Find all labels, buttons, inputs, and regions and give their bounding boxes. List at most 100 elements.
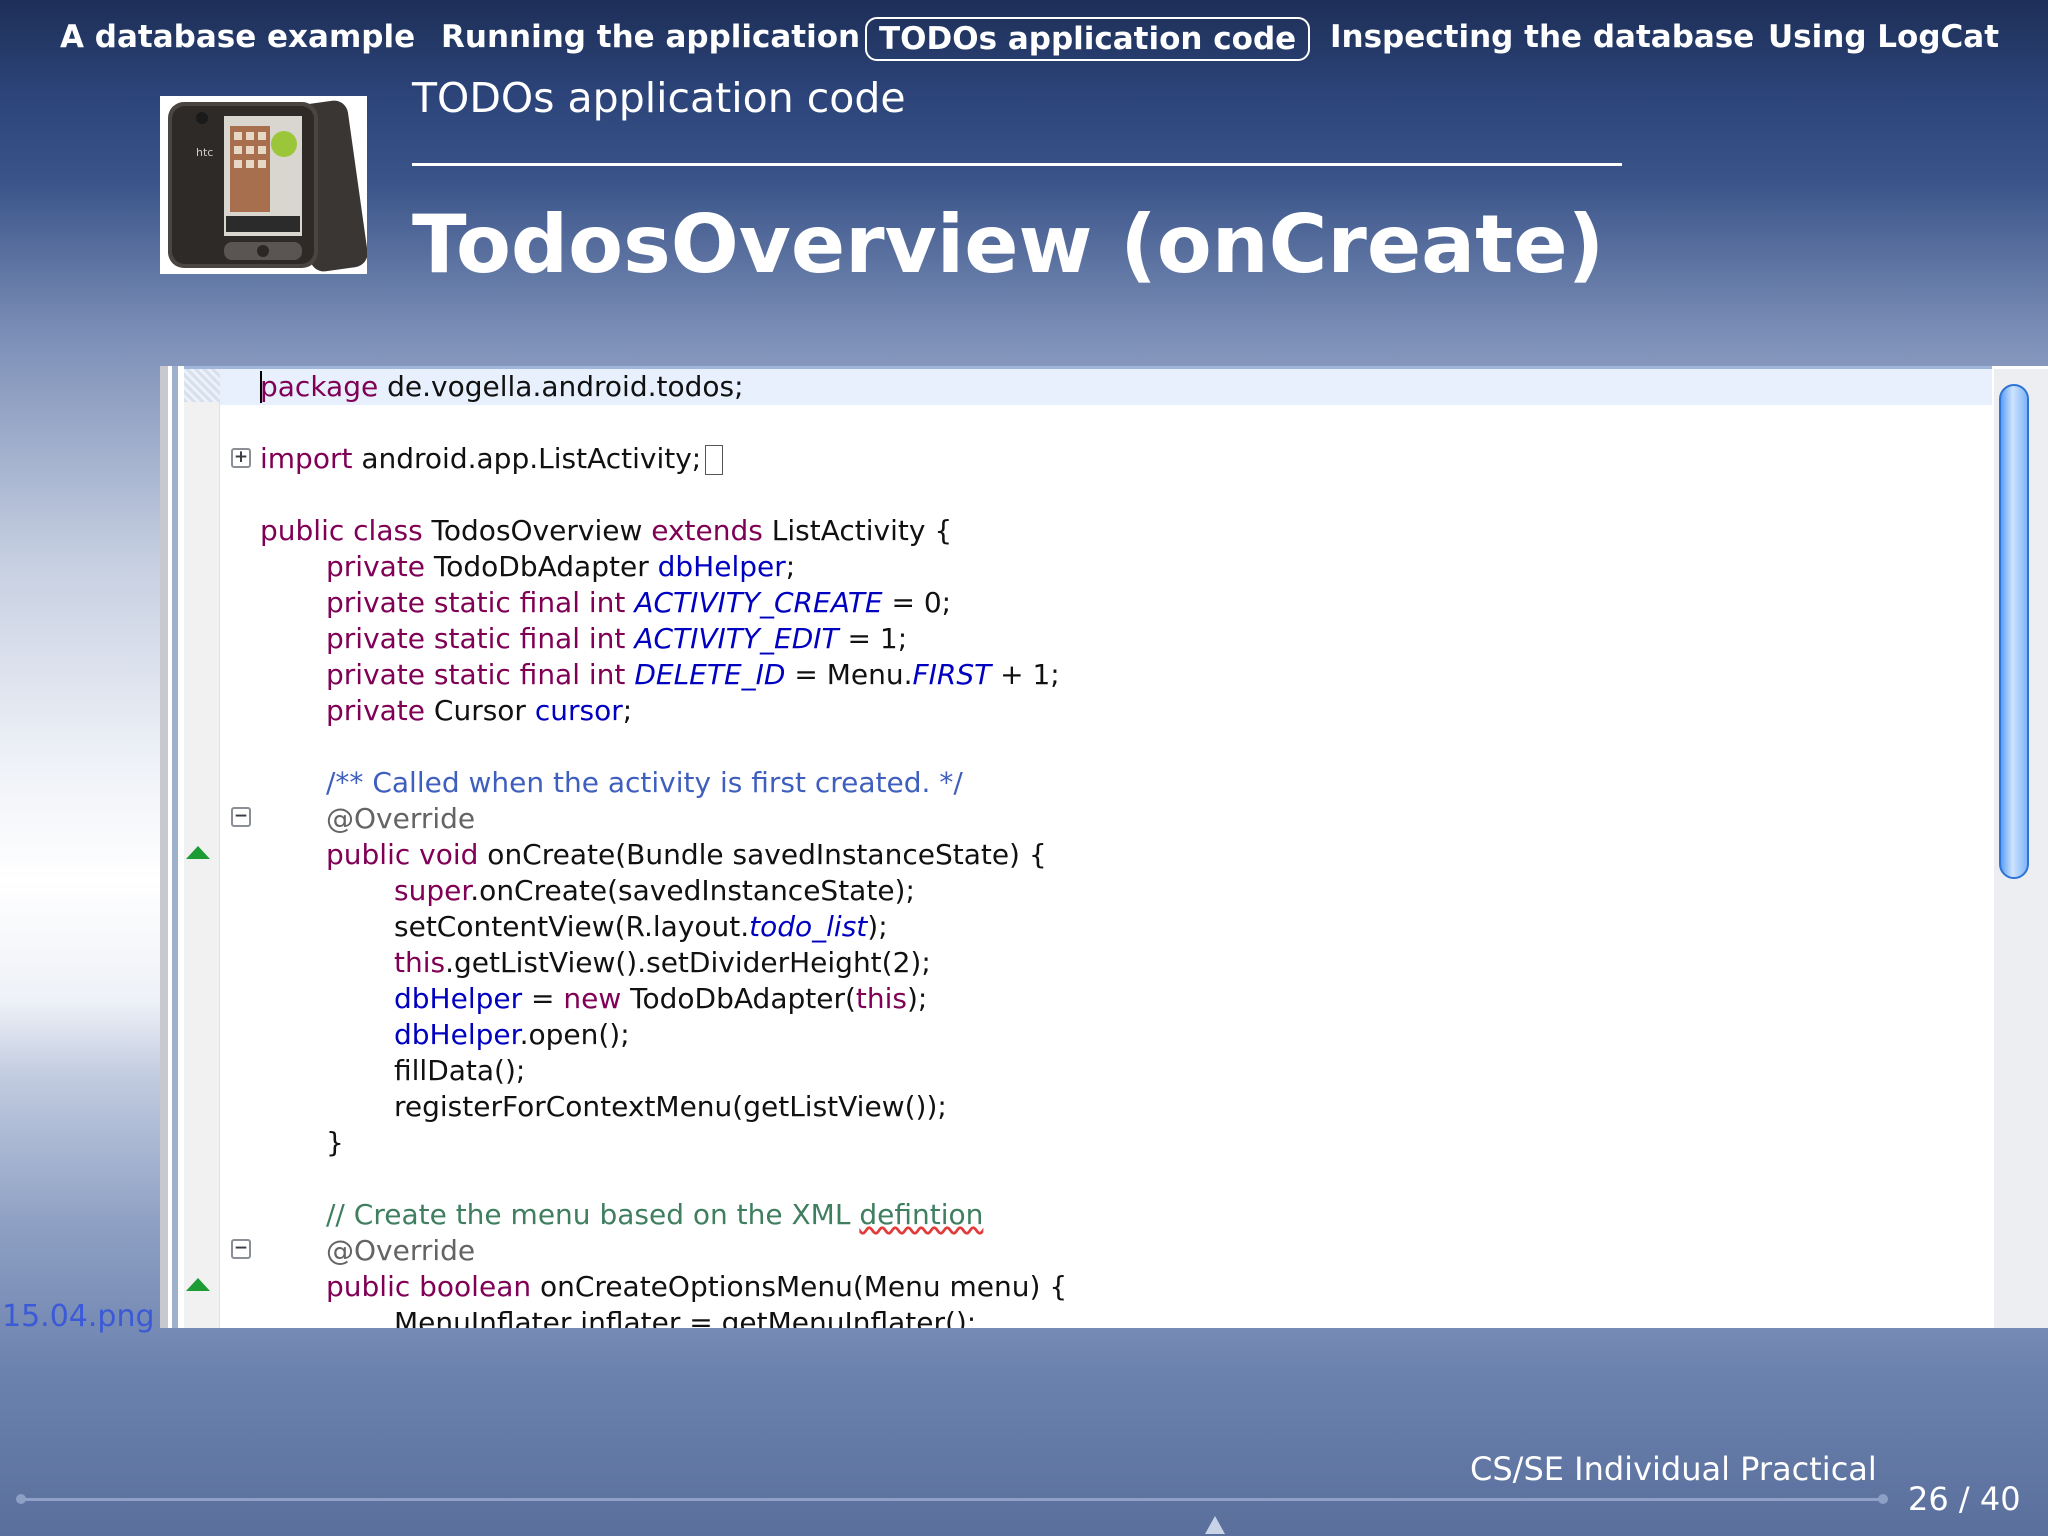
code-keyword: public class [260, 514, 423, 547]
code-text: setContentView(R.layout. [394, 910, 750, 943]
code-line: import android.app.ListActivity; [260, 441, 724, 477]
code-line: private static final int ACTIVITY_EDIT =… [326, 621, 907, 657]
spelling-error-word: defintion [859, 1198, 984, 1231]
code-keyword: private static final int [326, 658, 626, 691]
code-line: private TodoDbAdapter dbHelper; [326, 549, 795, 585]
code-keyword: private [326, 694, 425, 727]
code-annotation: @Override [326, 802, 476, 835]
code-line: } [326, 1126, 344, 1159]
code-line: package de.vogella.android.todos; [260, 369, 744, 405]
code-text: TodoDbAdapter [425, 550, 658, 583]
frame-title: TodosOverview (onCreate) [412, 198, 1605, 291]
code-text: onCreate(Bundle savedInstanceState) { [478, 838, 1047, 871]
image-file-label: 15.04.png [2, 1299, 155, 1334]
editor-border-accent [172, 366, 178, 1328]
code-text: + 1; [991, 658, 1060, 691]
code-field: dbHelper [657, 550, 786, 583]
code-keyword: super [394, 874, 471, 907]
section-title: TODOs application code [412, 74, 906, 122]
code-constant: ACTIVITY_CREATE [634, 586, 883, 619]
nav-item-running-application[interactable]: Running the application [441, 17, 860, 61]
code-keyword: private static final int [326, 586, 626, 619]
code-text: ; [622, 694, 633, 727]
footer-progress-line [22, 1498, 1882, 1501]
code-text: TodosOverview [422, 514, 652, 547]
code-line: public class TodosOverview extends ListA… [260, 513, 952, 549]
code-text: .onCreate(savedInstanceState); [470, 874, 915, 907]
vertical-scrollbar-thumb[interactable] [1999, 384, 2029, 879]
code-line: fillData(); [394, 1054, 526, 1087]
code-line: dbHelper = new TodoDbAdapter(this); [394, 981, 927, 1017]
editor-border [160, 366, 168, 1328]
code-keyword: new [563, 982, 622, 1015]
code-text: ); [867, 910, 888, 943]
code-comment: /** Called when the activity is first cr… [326, 766, 963, 799]
nav-item-database-example[interactable]: A database example [60, 17, 415, 61]
code-text: ); [906, 982, 928, 1015]
code-keyword: this [394, 946, 446, 979]
code-keyword: package [260, 370, 379, 403]
page-number: 26 / 40 [1908, 1480, 2021, 1518]
collapse-fold-icon[interactable]: − [231, 807, 251, 827]
code-line: MenuInflater inflater = getMenuInflater(… [394, 1306, 977, 1328]
code-keyword: import [260, 442, 353, 475]
collapse-fold-icon[interactable]: − [231, 1239, 251, 1259]
code-line: private Cursor cursor; [326, 693, 632, 729]
code-line: public void onCreate(Bundle savedInstanc… [326, 837, 1047, 873]
code-text: onCreateOptionsMenu(Menu menu) { [531, 1270, 1068, 1303]
collapsed-imports-icon[interactable] [705, 445, 724, 475]
code-line: registerForContextMenu(getListView()); [394, 1090, 947, 1123]
code-text: = 1; [838, 622, 908, 655]
navigation-arrow-icon[interactable] [1205, 1516, 1225, 1534]
code-constant: DELETE_ID [634, 658, 786, 691]
code-line: private static final int ACTIVITY_CREATE… [326, 585, 951, 621]
code-text: = [522, 982, 564, 1015]
code-keyword: private [326, 550, 425, 583]
code-line: dbHelper.open(); [394, 1017, 630, 1053]
code-text: de.vogella.android.todos; [378, 370, 744, 403]
code-line: this.getListView().setDividerHeight(2); [394, 945, 931, 981]
course-name: CS/SE Individual Practical [1470, 1450, 1877, 1488]
code-keyword: public void [326, 838, 479, 871]
code-keyword: private static final int [326, 622, 626, 655]
code-text: TodoDbAdapter( [621, 982, 856, 1015]
code-line: public boolean onCreateOptionsMenu(Menu … [326, 1269, 1067, 1305]
code-field: dbHelper [394, 982, 523, 1015]
override-marker-icon [186, 1278, 210, 1291]
code-text: .open(); [519, 1018, 630, 1051]
code-comment: // Create the menu based on the XML defi… [326, 1197, 983, 1233]
expand-fold-icon[interactable]: + [231, 448, 251, 468]
code-text: ListActivity { [762, 514, 953, 547]
phone-brand-text: htc [196, 146, 213, 159]
code-text: ; [785, 550, 796, 583]
footer-line-end [1878, 1494, 1888, 1504]
code-field: dbHelper [394, 1018, 520, 1051]
code-annotation: @Override [326, 1234, 476, 1267]
title-divider [412, 163, 1622, 166]
code-constant: ACTIVITY_EDIT [634, 622, 839, 655]
nav-item-todos-code[interactable]: TODOs application code [865, 17, 1311, 61]
ruler-current-line-marker [184, 368, 220, 402]
code-text: = Menu. [785, 658, 913, 691]
code-line: setContentView(R.layout.todo_list); [394, 909, 888, 945]
section-navigation: A database example Running the applicati… [0, 0, 2048, 76]
code-text: .getListView().setDividerHeight(2); [445, 946, 931, 979]
nav-item-inspecting-database[interactable]: Inspecting the database [1330, 17, 1754, 61]
code-keyword: extends [651, 514, 763, 547]
code-text: android.app.ListActivity; [352, 442, 702, 475]
code-keyword: this [855, 982, 907, 1015]
code-constant: FIRST [912, 658, 992, 691]
code-line: private static final int DELETE_ID = Men… [326, 657, 1060, 693]
phone-image: htc [160, 96, 367, 274]
htc-phone-illustration: htc [160, 96, 367, 274]
code-keyword: public boolean [326, 1270, 532, 1303]
nav-item-using-logcat[interactable]: Using LogCat [1768, 17, 1999, 61]
code-text: = 0; [882, 586, 952, 619]
code-comment-text: // Create the menu based on the XML [326, 1198, 860, 1231]
code-field: cursor [534, 694, 623, 727]
code-line: super.onCreate(savedInstanceState); [394, 873, 915, 909]
code-text: Cursor [425, 694, 535, 727]
code-editor-screenshot: package de.vogella.android.todos; + impo… [160, 366, 2048, 1328]
footer-line-start [16, 1494, 26, 1504]
code-constant: todo_list [749, 910, 868, 943]
